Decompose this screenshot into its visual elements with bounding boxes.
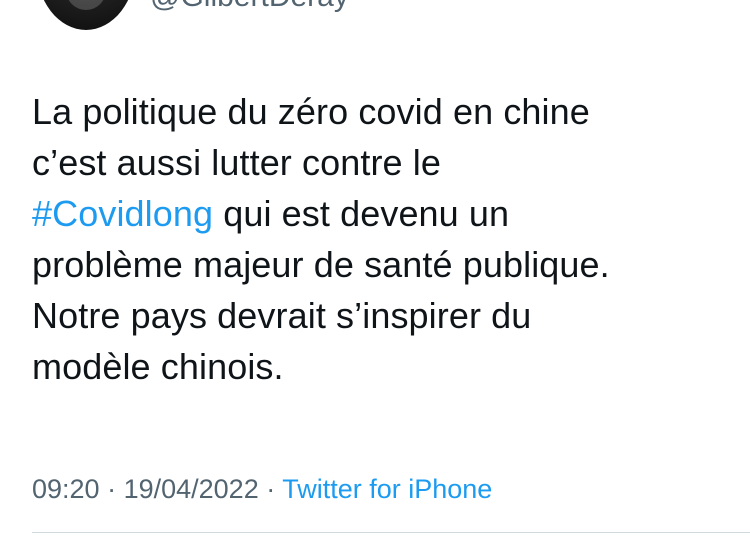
meta-separator: · xyxy=(99,474,124,504)
tweet-text-line: #Covidlong qui est devenu un xyxy=(32,188,732,239)
tweet: @GilbertDeray La politique du zéro covid… xyxy=(0,0,750,543)
tweet-text-line: La politique du zéro covid en chine xyxy=(32,91,590,132)
divider xyxy=(32,532,750,533)
user-handle[interactable]: @GilbertDeray xyxy=(150,0,349,14)
meta-separator: · xyxy=(258,474,283,504)
tweet-text-fragment: qui est devenu un xyxy=(213,193,510,234)
tweet-time[interactable]: 09:20 xyxy=(32,474,100,504)
tweet-text-line: c’est aussi lutter contre le xyxy=(32,142,441,183)
hashtag-link[interactable]: #Covidlong xyxy=(32,193,213,234)
tweet-text-line: modèle chinois. xyxy=(32,346,284,387)
tweet-date[interactable]: 19/04/2022 xyxy=(124,474,259,504)
tweet-metadata: 09:20 · 19/04/2022 · Twitter for iPhone xyxy=(32,472,492,506)
avatar-photo xyxy=(66,0,106,10)
tweet-source-link[interactable]: Twitter for iPhone xyxy=(282,474,492,504)
avatar[interactable] xyxy=(36,0,136,30)
tweet-text-line: Notre pays devrait s’inspirer du xyxy=(32,295,532,336)
tweet-text-line: problème majeur de santé publique. xyxy=(32,244,610,285)
tweet-text: La politique du zéro covid en chine c’es… xyxy=(32,86,732,392)
